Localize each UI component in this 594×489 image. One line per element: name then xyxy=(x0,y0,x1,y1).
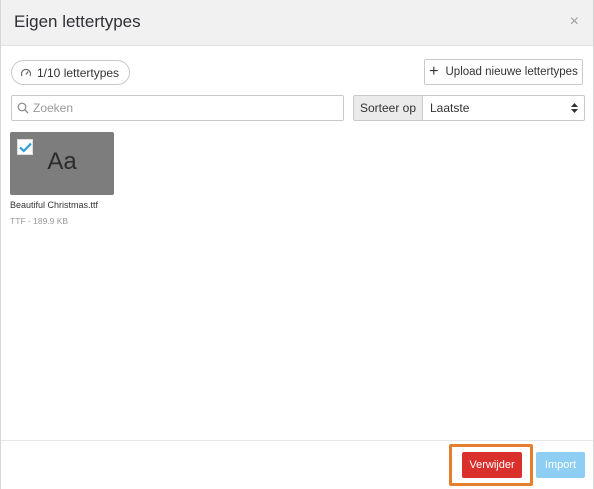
font-file-name: Beautiful Christmas.ttf xyxy=(10,200,99,210)
plus-icon: + xyxy=(429,63,439,80)
close-icon[interactable]: × xyxy=(570,13,579,31)
upload-fonts-button[interactable]: + Upload nieuwe lettertypes xyxy=(424,59,583,85)
custom-fonts-dialog: Eigen lettertypes × 1/10 lettertypes + U… xyxy=(0,0,594,489)
sort-selected-value: Laatste xyxy=(430,101,470,115)
search-icon xyxy=(17,102,29,114)
delete-button[interactable]: Verwijder xyxy=(462,452,522,478)
dialog-header: Eigen lettertypes × xyxy=(1,0,593,46)
sort-select[interactable]: Laatste xyxy=(422,95,585,121)
import-button[interactable]: Import xyxy=(536,452,585,478)
search-input[interactable] xyxy=(33,101,333,115)
font-quota-badge: 1/10 lettertypes xyxy=(11,60,131,85)
search-box[interactable] xyxy=(11,95,344,121)
select-arrows-icon xyxy=(571,103,578,113)
font-file-meta: TTF - 189.9 KB xyxy=(10,216,69,226)
checkmark-icon xyxy=(19,142,32,153)
quota-label: 1/10 lettertypes xyxy=(37,65,120,80)
font-select-checkbox[interactable] xyxy=(17,139,33,155)
font-card[interactable]: Aa xyxy=(10,132,114,195)
dialog-title: Eigen lettertypes xyxy=(14,12,141,31)
sort-label: Sorteer op xyxy=(353,95,422,121)
upload-fonts-label: Upload nieuwe lettertypes xyxy=(445,66,578,78)
gauge-icon xyxy=(20,68,32,76)
